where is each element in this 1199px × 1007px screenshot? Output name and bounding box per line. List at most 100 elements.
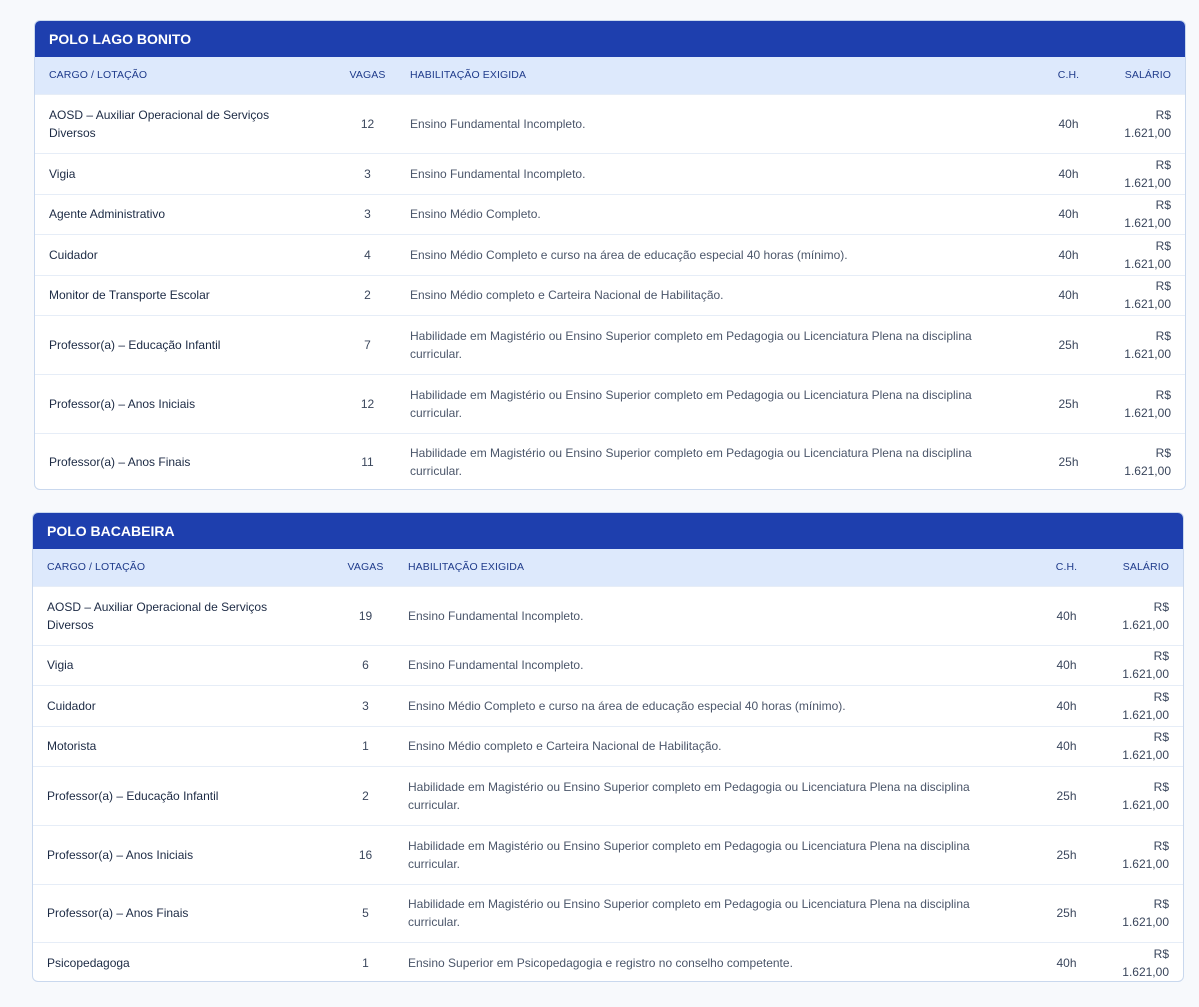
table-row: Professor(a) – Educação Infantil 2 Habilid… (33, 766, 1183, 825)
cell-ch: 40h (1058, 247, 1079, 262)
cell-habilitacao: Ensino Médio Completo e curso na área de… (410, 247, 848, 262)
cell-salario: R$ 1.621,00 (1122, 897, 1169, 929)
cell-vagas: 11 (361, 455, 374, 470)
cell-cargo: Cuidador (49, 247, 98, 262)
cell-vagas: 12 (360, 116, 375, 131)
cell-cargo: Vigia (47, 658, 74, 672)
cell-habilitacao: Habilidade em Magistério ou Ensino Super… (408, 838, 970, 871)
cell-cargo: Professor(a) – Educação Infantil (49, 337, 221, 352)
cell-salario: R$ 1.621,00 (1122, 649, 1169, 681)
column-header-salario: SALÁRIO (1124, 69, 1171, 82)
cell-ch: 25h (1058, 396, 1079, 411)
column-header-cargo: CARGO / LOTAÇÃO (47, 561, 146, 574)
cell-habilitacao: Habilidade em Magistério ou Ensino Super… (410, 387, 972, 420)
column-header-habilitacao: HABILITAÇÃO EXIGIDA (408, 561, 525, 574)
cell-ch: 25h (1056, 788, 1077, 803)
cell-vagas: 1 (362, 955, 369, 970)
cell-habilitacao: Habilidade em Magistério ou Ensino Super… (410, 446, 972, 479)
cell-habilitacao: Habilidade em Magistério ou Ensino Super… (410, 328, 972, 361)
cell-ch: 40h (1056, 955, 1077, 970)
table-row: Vigia 3 Ensino Fundamental Incompleto. 40h R… (35, 153, 1185, 194)
table-row: Monitor de Transporte Escolar 2 Ensino Méd… (35, 275, 1185, 315)
table-row: AOSD – Auxiliar Operacional de Serviços … (35, 94, 1185, 153)
table-row: Cuidador 3 Ensino Médio Completo e curso n… (33, 685, 1183, 726)
cell-cargo: AOSD – Auxiliar Operacional de Serviços … (47, 599, 268, 632)
polo-card: POLO LAGO BONITO CARGO / LOTAÇÃO VAGAS H… (34, 20, 1186, 490)
cell-ch: 25h (1056, 847, 1077, 862)
cell-cargo: Agente Administrativo (49, 207, 166, 221)
cell-ch: 25h (1056, 906, 1077, 920)
cell-vagas: 16 (358, 847, 373, 862)
cell-vagas: 4 (364, 247, 371, 262)
column-header-ch: C.H. (1057, 69, 1080, 82)
cell-ch: 25h (1058, 455, 1079, 470)
table-row: Psicopedagoga 1 Ensino Superior em Psicope… (33, 942, 1183, 981)
polo-title: POLO LAGO BONITO (35, 21, 1185, 57)
cell-cargo: Psicopedagoga (47, 955, 130, 970)
cell-habilitacao: Ensino Médio Completo e curso na área de… (408, 698, 846, 713)
cell-habilitacao: Habilidade em Magistério ou Ensino Super… (408, 897, 970, 929)
cell-salario: R$ 1.621,00 (1124, 198, 1171, 230)
table-row: Professor(a) – Anos Iniciais 16 Habilidade… (33, 825, 1183, 884)
table-row: Professor(a) – Anos Finais 11 Habilidade e… (35, 433, 1185, 489)
cell-salario: R$ 1.621,00 (1122, 599, 1169, 632)
cell-habilitacao: Habilidade em Magistério ou Ensino Super… (408, 779, 970, 812)
cell-habilitacao: Ensino Médio completo e Carteira Naciona… (410, 288, 724, 302)
cell-habilitacao: Ensino Fundamental Incompleto. (410, 116, 586, 131)
cell-cargo: AOSD – Auxiliar Operacional de Serviços … (49, 107, 270, 140)
cell-cargo: Vigia (49, 166, 76, 181)
cell-ch: 40h (1058, 166, 1079, 181)
cell-cargo: Professor(a) – Anos Iniciais (47, 847, 194, 862)
cell-vagas: 12 (360, 396, 375, 411)
cell-habilitacao: Ensino Fundamental Incompleto. (408, 658, 584, 672)
cell-salario: R$ 1.621,00 (1124, 387, 1171, 420)
table-row: Cuidador 4 Ensino Médio Completo e curso n… (35, 234, 1185, 275)
cell-habilitacao: Ensino Fundamental Incompleto. (410, 166, 586, 181)
cell-salario: R$ 1.621,00 (1122, 730, 1169, 762)
cell-habilitacao: Ensino Médio completo e Carteira Naciona… (408, 739, 722, 753)
cell-cargo: Professor(a) – Anos Finais (47, 906, 189, 920)
cell-cargo: Professor(a) – Educação Infantil (47, 788, 219, 803)
table-row: Agente Administrativo 3 Ensino Médio Compl… (35, 194, 1185, 234)
column-header-vagas: VAGAS (349, 69, 386, 82)
cell-habilitacao: Ensino Médio Completo. (410, 207, 541, 221)
cell-ch: 40h (1056, 739, 1077, 753)
cell-salario: R$ 1.621,00 (1124, 157, 1171, 190)
cell-cargo: Professor(a) – Anos Finais (49, 455, 191, 470)
column-header-ch: C.H. (1055, 561, 1078, 574)
cell-salario: R$ 1.621,00 (1124, 446, 1171, 479)
table-row: Professor(a) – Educação Infantil 7 Habilid… (35, 315, 1185, 374)
vacancies-table: CARGO / LOTAÇÃO VAGAS HABILITAÇÃO EXIGID… (33, 549, 1183, 981)
cell-vagas: 2 (362, 788, 369, 803)
cell-cargo: Motorista (47, 739, 97, 753)
cell-vagas: 19 (358, 608, 373, 623)
cell-ch: 40h (1056, 698, 1077, 713)
cell-salario: R$ 1.621,00 (1122, 838, 1169, 871)
cell-salario: R$ 1.621,00 (1122, 946, 1169, 979)
table-row: Professor(a) – Anos Finais 5 Habilidade em… (33, 884, 1183, 942)
cell-salario: R$ 1.621,00 (1124, 107, 1171, 140)
cell-vagas: 3 (362, 698, 369, 713)
column-header-salario: SALÁRIO (1122, 561, 1169, 574)
cell-vagas: 7 (364, 337, 371, 352)
cell-ch: 40h (1058, 207, 1079, 221)
column-header-habilitacao: HABILITAÇÃO EXIGIDA (410, 69, 527, 82)
polo-card: POLO BACABEIRA CARGO / LOTAÇÃO VAGAS HAB… (32, 512, 1184, 982)
cell-salario: R$ 1.621,00 (1124, 328, 1171, 361)
cell-ch: 40h (1056, 608, 1077, 623)
cell-vagas: 1 (362, 739, 369, 753)
cell-salario: R$ 1.621,00 (1124, 279, 1171, 311)
cell-salario: R$ 1.621,00 (1124, 238, 1171, 271)
cell-habilitacao: Ensino Superior em Psicopedagogia e regi… (408, 955, 793, 970)
vacancies-table: CARGO / LOTAÇÃO VAGAS HABILITAÇÃO EXIGID… (35, 57, 1185, 489)
column-header-cargo: CARGO / LOTAÇÃO (49, 69, 148, 82)
cell-vagas: 5 (362, 906, 369, 920)
cell-salario: R$ 1.621,00 (1122, 689, 1169, 722)
cell-cargo: Monitor de Transporte Escolar (49, 288, 210, 302)
cell-salario: R$ 1.621,00 (1122, 779, 1169, 812)
table-row: Vigia 6 Ensino Fundamental Incompleto. 40h R… (33, 645, 1183, 685)
table-row: AOSD – Auxiliar Operacional de Serviços … (33, 586, 1183, 645)
cell-vagas: 2 (364, 288, 371, 302)
table-header-row: CARGO / LOTAÇÃO VAGAS HABILITAÇÃO EXIGID… (33, 549, 1183, 586)
table-row: Motorista 1 Ensino Médio completo e Cartei… (33, 726, 1183, 766)
